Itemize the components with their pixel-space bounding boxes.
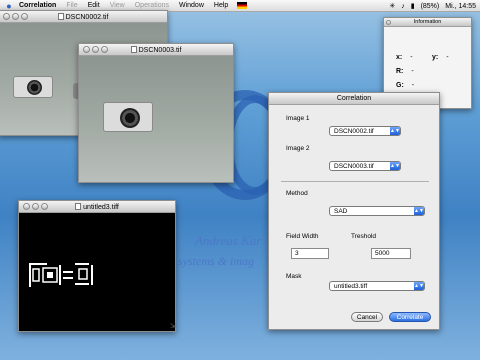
r-label: R: xyxy=(396,68,404,75)
menu-correlation[interactable]: Correlation xyxy=(14,2,61,9)
g-value: - xyxy=(411,82,415,89)
clock[interactable]: Mi., 14:55 xyxy=(445,3,476,10)
document-icon xyxy=(130,45,137,53)
close-button[interactable] xyxy=(23,203,30,210)
minimize-button[interactable] xyxy=(12,13,19,20)
method-select[interactable]: SAD ▲▼ xyxy=(329,206,425,216)
zoom-button[interactable] xyxy=(41,203,48,210)
separator xyxy=(281,181,429,182)
correlation-dialog[interactable]: Correlation Image 1 DSCN0002.tif ▲▼ Imag… xyxy=(268,92,440,330)
chevron-updown-icon: ▲▼ xyxy=(414,207,424,215)
apple-icon[interactable]: ● xyxy=(4,1,14,11)
method-select-value: SAD xyxy=(334,207,348,215)
image-2-canvas[interactable] xyxy=(79,56,233,182)
correlate-button[interactable]: Correlate xyxy=(389,312,431,322)
image2-label: Image 2 xyxy=(286,145,310,152)
image-window-2[interactable]: DSCN0003.tif xyxy=(78,43,234,183)
menubar-status: ✳ ♪ ▮ (85%) Mi., 14:55 xyxy=(389,0,476,12)
bluetooth-icon[interactable]: ✳ xyxy=(389,2,395,10)
image1-select-value: DSCN0002.tif xyxy=(334,127,374,135)
mask-window-titlebar[interactable]: untitled3.tiff xyxy=(19,201,175,213)
document-icon xyxy=(75,202,82,210)
chevron-updown-icon: ▲▼ xyxy=(414,282,424,290)
menu-operations[interactable]: Operations xyxy=(130,2,174,9)
menu-file[interactable]: File xyxy=(61,2,82,9)
correlation-dialog-titlebar[interactable]: Correlation xyxy=(269,93,439,105)
r-value: - xyxy=(411,68,414,75)
image-window-1-titlebar[interactable]: DSCN0002.tif xyxy=(0,11,167,23)
image1-label: Image 1 xyxy=(286,115,310,122)
mask-pattern xyxy=(29,263,93,287)
menu-edit[interactable]: Edit xyxy=(83,2,105,9)
y-label: y: xyxy=(432,54,439,61)
battery-icon[interactable]: ▮ xyxy=(411,2,415,10)
zoom-button[interactable] xyxy=(21,13,28,20)
threshold-label: Treshold xyxy=(351,233,377,240)
method-label: Method xyxy=(286,190,308,197)
x-value: - xyxy=(410,54,413,61)
volume-icon[interactable]: ♪ xyxy=(401,3,405,10)
mask-label: Mask xyxy=(286,273,302,280)
language-flag-icon[interactable] xyxy=(237,2,248,9)
image2-select[interactable]: DSCN0003.tif ▲▼ xyxy=(329,161,401,171)
camera-image xyxy=(103,102,153,132)
correlation-dialog-title: Correlation xyxy=(336,95,372,102)
mask-select-value: untitled3.tiff xyxy=(334,282,368,290)
chevron-updown-icon: ▲▼ xyxy=(390,162,400,170)
resize-grip[interactable]: ⇲ xyxy=(170,322,178,330)
x-label: x: xyxy=(396,54,403,61)
menu-help[interactable]: Help xyxy=(209,2,233,9)
image1-select[interactable]: DSCN0002.tif ▲▼ xyxy=(329,126,401,136)
information-window-title: Information xyxy=(413,19,442,25)
cancel-button[interactable]: Cancel xyxy=(351,312,383,322)
menu-view[interactable]: View xyxy=(105,2,130,9)
mask-window[interactable]: untitled3.tiff xyxy=(18,200,176,332)
field-width-input[interactable]: 3 xyxy=(291,248,329,259)
image2-select-value: DSCN0003.tif xyxy=(334,162,374,170)
chevron-updown-icon: ▲▼ xyxy=(390,127,400,135)
mask-canvas[interactable] xyxy=(19,213,175,331)
y-value: - xyxy=(446,54,449,61)
minimize-button[interactable] xyxy=(32,203,39,210)
desktop: Andreas Kar systems & imag ● Correlation… xyxy=(0,0,480,360)
threshold-input[interactable]: 5000 xyxy=(371,248,411,259)
image-window-2-titlebar[interactable]: DSCN0003.tif xyxy=(79,44,233,56)
menu-window[interactable]: Window xyxy=(174,2,209,9)
g-label: G: xyxy=(396,82,404,89)
battery-percent: (85%) xyxy=(420,2,440,10)
information-window-titlebar[interactable]: Information xyxy=(384,18,471,27)
close-button[interactable] xyxy=(83,46,90,53)
background-text-line1: Andreas Kar xyxy=(195,233,262,248)
background-text-line2: systems & imag xyxy=(178,254,254,268)
close-button[interactable] xyxy=(386,19,391,25)
close-button[interactable] xyxy=(3,13,10,20)
camera-image xyxy=(13,76,53,98)
field-width-label: Field Width xyxy=(286,233,319,240)
mask-select[interactable]: untitled3.tiff ▲▼ xyxy=(329,281,425,291)
minimize-button[interactable] xyxy=(92,46,99,53)
zoom-button[interactable] xyxy=(101,46,108,53)
document-icon xyxy=(57,12,64,20)
